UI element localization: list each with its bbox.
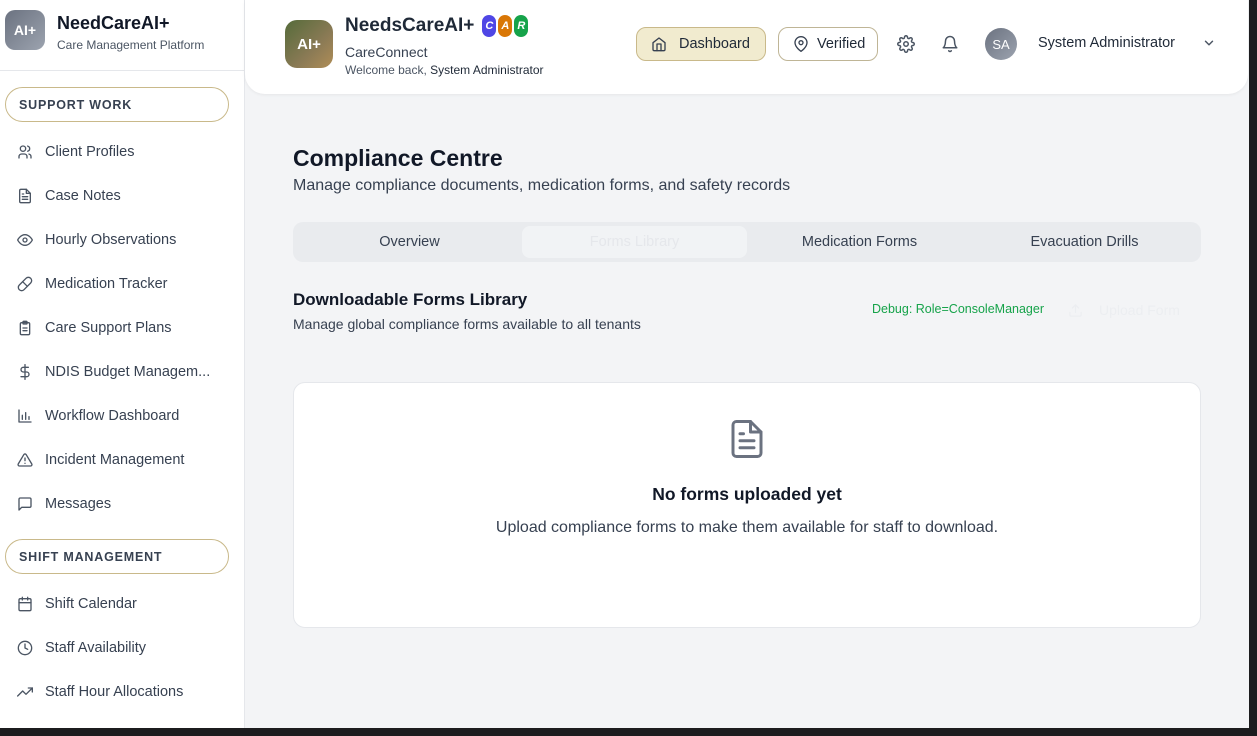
chevron-down-icon[interactable] bbox=[1202, 36, 1216, 50]
section-shift-management[interactable]: SHIFT MANAGEMENT bbox=[5, 539, 229, 574]
home-icon bbox=[652, 37, 666, 52]
sidebar-item-label: Workflow Dashboard bbox=[45, 408, 180, 424]
app-title: NeedsCareAI+ C A R bbox=[345, 15, 530, 37]
empty-state-text: Upload compliance forms to make them ava… bbox=[495, 519, 999, 536]
sidebar-item-label: Case Notes bbox=[45, 188, 121, 204]
upload-icon bbox=[1069, 303, 1082, 317]
welcome-name: System Administrator bbox=[430, 63, 544, 77]
calendar-icon bbox=[18, 596, 32, 612]
warning-icon bbox=[17, 453, 33, 467]
sidebar-item-medication-tracker[interactable]: Medication Tracker bbox=[0, 262, 244, 306]
section-support-work[interactable]: SUPPORT WORK bbox=[5, 87, 229, 122]
document-icon bbox=[19, 188, 31, 204]
dashboard-label: Dashboard bbox=[679, 36, 750, 52]
sidebar-item-label: Client Profiles bbox=[45, 144, 135, 160]
welcome-prefix: Welcome back, bbox=[345, 63, 427, 77]
sidebar-item-incident-management[interactable]: Incident Management bbox=[0, 438, 244, 482]
sidebar-item-staff-availability[interactable]: Staff Availability bbox=[0, 626, 244, 670]
tab-overview[interactable]: Overview bbox=[297, 226, 522, 258]
settings-gear-icon[interactable] bbox=[897, 35, 915, 53]
app-logo: AI+ bbox=[285, 20, 333, 68]
brand-logo: AI+ bbox=[5, 10, 45, 50]
badge-c: C bbox=[482, 15, 497, 37]
sidebar-item-shift-calendar[interactable]: Shift Calendar bbox=[0, 582, 244, 626]
users-icon bbox=[18, 145, 32, 159]
verified-button[interactable]: Verified bbox=[778, 27, 878, 61]
file-text-icon bbox=[731, 420, 763, 458]
sidebar-item-label: Messages bbox=[45, 496, 112, 512]
app-subtitle: CareConnect bbox=[345, 44, 428, 60]
section-title: Downloadable Forms Library bbox=[293, 290, 528, 309]
trending-up-icon bbox=[17, 687, 33, 697]
verified-label: Verified bbox=[817, 36, 866, 52]
sidebar-item-label: Shift Calendar bbox=[45, 596, 137, 612]
page-title: Compliance Centre bbox=[293, 145, 503, 171]
section-subtitle: Manage global compliance forms available… bbox=[293, 316, 641, 332]
app-frame: AI+ NeedCareAI+ Care Management Platform… bbox=[0, 0, 1249, 728]
sidebar-item-workflow-dashboard[interactable]: Workflow Dashboard bbox=[0, 394, 244, 438]
brand-subtitle: Care Management Platform bbox=[57, 37, 205, 52]
tab-forms-library[interactable]: Forms Library bbox=[522, 226, 747, 258]
sidebar-item-ndis-budget[interactable]: NDIS Budget Managem... bbox=[0, 350, 244, 394]
sidebar-item-label: Incident Management bbox=[45, 452, 185, 468]
tab-medication-forms[interactable]: Medication Forms bbox=[747, 226, 972, 258]
top-header: AI+ NeedsCareAI+ C A R CareConnect Welco… bbox=[245, 0, 1248, 94]
page-subtitle: Manage compliance documents, medication … bbox=[293, 177, 791, 194]
pill-icon bbox=[17, 276, 33, 292]
debug-role-text: Debug: Role=ConsoleManager bbox=[872, 302, 1044, 316]
badge-r: R bbox=[514, 15, 529, 37]
map-pin-icon bbox=[794, 36, 808, 52]
dollar-icon bbox=[20, 364, 30, 380]
bell-icon[interactable] bbox=[941, 35, 959, 53]
message-icon bbox=[18, 497, 32, 511]
empty-state-title: No forms uploaded yet bbox=[652, 484, 842, 504]
sidebar: AI+ NeedCareAI+ Care Management Platform… bbox=[0, 0, 245, 728]
sidebar-item-hourly-observations[interactable]: Hourly Observations bbox=[0, 218, 244, 262]
avatar[interactable]: SA bbox=[985, 28, 1017, 60]
sidebar-item-label: Care Support Plans bbox=[45, 320, 172, 336]
bar-chart-icon bbox=[18, 409, 32, 423]
sidebar-item-case-notes[interactable]: Case Notes bbox=[0, 174, 244, 218]
sidebar-item-messages[interactable]: Messages bbox=[0, 482, 244, 526]
sidebar-item-care-support-plans[interactable]: Care Support Plans bbox=[0, 306, 244, 350]
sidebar-item-label: NDIS Budget Managem... bbox=[45, 364, 211, 380]
sidebar-brand: AI+ NeedCareAI+ Care Management Platform bbox=[0, 0, 244, 71]
welcome-message: Welcome back, System Administrator bbox=[345, 63, 544, 77]
empty-state-card: No forms uploaded yet Upload compliance … bbox=[293, 382, 1201, 628]
user-name[interactable]: System Administrator bbox=[1038, 35, 1175, 51]
sidebar-item-label: Medication Tracker bbox=[45, 276, 168, 292]
badge-a: A bbox=[498, 15, 513, 37]
car-badges: C A R bbox=[482, 15, 530, 37]
eye-icon bbox=[17, 234, 33, 246]
sidebar-item-label: Staff Hour Allocations bbox=[45, 684, 184, 700]
sidebar-item-client-profiles[interactable]: Client Profiles bbox=[0, 130, 244, 174]
brand-title: NeedCareAI+ bbox=[57, 12, 170, 33]
upload-form-label: Upload Form bbox=[1099, 302, 1180, 318]
sidebar-item-staff-hour-allocations[interactable]: Staff Hour Allocations bbox=[0, 670, 244, 714]
app-title-text: NeedsCareAI+ bbox=[345, 15, 475, 36]
sidebar-item-label: Hourly Observations bbox=[45, 232, 177, 248]
tab-evacuation-drills[interactable]: Evacuation Drills bbox=[972, 226, 1197, 258]
dashboard-button[interactable]: Dashboard bbox=[636, 27, 766, 61]
sidebar-item-label: Staff Availability bbox=[45, 640, 147, 656]
tab-bar: Overview Forms Library Medication Forms … bbox=[293, 222, 1201, 262]
clipboard-icon bbox=[19, 320, 31, 336]
upload-form-button[interactable]: Upload Form bbox=[1062, 296, 1200, 324]
clock-icon bbox=[17, 640, 33, 656]
